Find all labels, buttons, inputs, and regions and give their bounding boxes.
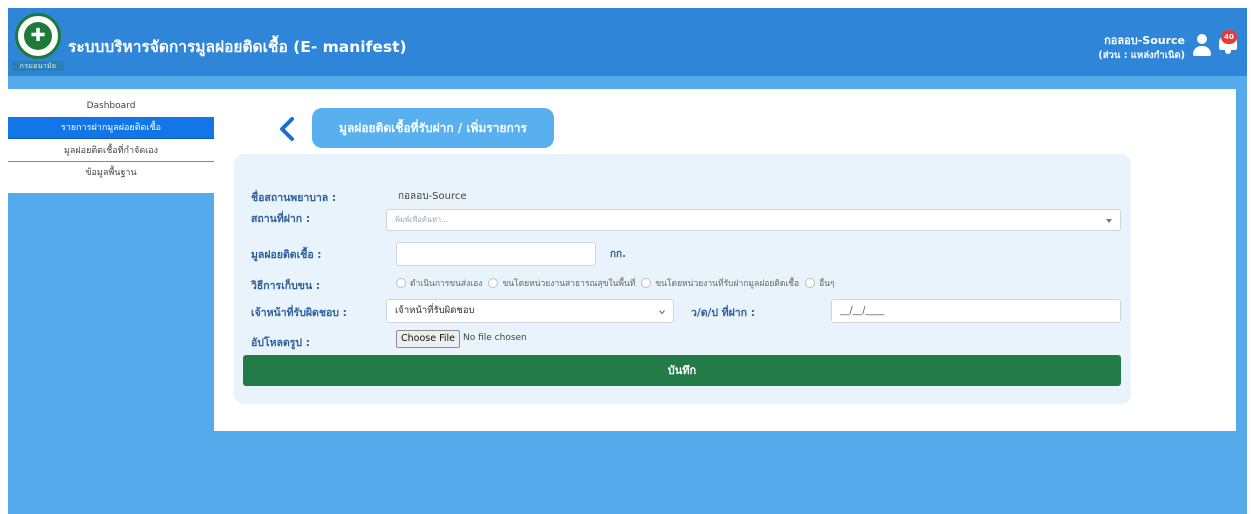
- choose-file-button[interactable]: Choose File: [396, 330, 460, 348]
- user-icon-head: [1197, 34, 1207, 44]
- user-icon[interactable]: [1193, 34, 1211, 58]
- radio-circle: [805, 278, 816, 288]
- deposit-place-label: สถานที่ฝาก :: [251, 213, 311, 225]
- save-button[interactable]: บันทึก: [243, 355, 1121, 386]
- deposit-form: ชื่อสถานพยาบาล : กอลอบ-Source สถานที่ฝาก…: [234, 154, 1131, 404]
- collection-option-receiver[interactable]: ขนโดยหน่วยงานที่รับฝากมูลฝอยติดเชื้อ: [641, 276, 799, 290]
- back-button[interactable]: [274, 114, 300, 144]
- deposit-place-select[interactable]: พิมพ์เพื่อค้นหา...: [386, 209, 1121, 231]
- page-title: มูลฝอยติดเชื้อที่รับฝาก / เพิ่มรายการ: [312, 108, 554, 148]
- user-name[interactable]: กอลอบ-Source: [1104, 31, 1185, 49]
- collection-option-local-health[interactable]: ขนโดยหน่วยงานสาธารณสุขในพื้นที่: [488, 276, 635, 290]
- collection-label: วิธีการเก็บขน :: [251, 280, 321, 292]
- waste-label: มูลฝอยติดเชื้อ :: [251, 249, 322, 261]
- radio-label: ดำเนินการขนส่งเอง: [410, 279, 483, 289]
- chevron-left-icon: [280, 117, 294, 141]
- officer-select[interactable]: เจ้าหน้าที่รับผิดชอบ: [386, 299, 674, 323]
- radio-circle: [641, 278, 652, 288]
- department-logo: ✚ กรมอนามัย: [12, 13, 64, 71]
- chevron-down-icon: [659, 310, 665, 315]
- top-header: ✚ กรมอนามัย ระบบบริหารจัดการมูลฝอยติดเชื…: [8, 8, 1247, 76]
- bell-icon[interactable]: 40: [1217, 30, 1239, 56]
- main-panel: มูลฝอยติดเชื้อที่รับฝาก / เพิ่มรายการ ชื…: [214, 89, 1236, 431]
- hospital-value: กอลอบ-Source: [398, 191, 467, 202]
- deposit-date-value: __/__/____: [840, 305, 885, 316]
- bell-clapper: [1225, 50, 1231, 54]
- deposit-date-input[interactable]: __/__/____: [831, 299, 1121, 323]
- collection-option-other[interactable]: อื่นๆ: [805, 276, 835, 290]
- deposit-place-placeholder: พิมพ์เพื่อค้นหา...: [395, 215, 449, 224]
- radio-label: ขนโดยหน่วยงานที่รับฝากมูลฝอยติดเชื้อ: [655, 279, 800, 289]
- logo-seal: ✚: [15, 13, 61, 59]
- logo-emblem-icon: ✚: [24, 22, 52, 50]
- sidebar-item-basic-data[interactable]: ข้อมูลพื้นฐาน: [8, 162, 214, 184]
- sidebar-item-deposit-list[interactable]: รายการฝากมูลฝอยติดเชื้อ: [8, 117, 214, 139]
- notification-badge: 40: [1221, 30, 1237, 44]
- sidebar: Dashboard รายการฝากมูลฝอยติดเชื้อ มูลฝอย…: [8, 89, 214, 193]
- waste-unit: กก.: [610, 249, 626, 260]
- radio-label: ขนโดยหน่วยงานสาธารณสุขในพื้นที่: [502, 279, 636, 289]
- app-title: ระบบบริหารจัดการมูลฝอยติดเชื้อ (E- manif…: [68, 38, 407, 56]
- sidebar-item-self-disposal[interactable]: มูลฝอยติดเชื้อที่กำจัดเอง: [8, 140, 214, 162]
- logo-caption: กรมอนามัย: [12, 61, 64, 71]
- sidebar-item-dashboard[interactable]: Dashboard: [8, 95, 214, 117]
- user-icon-body: [1193, 46, 1211, 56]
- radio-circle: [396, 278, 406, 288]
- user-role: (ส่วน : แหล่งกำเนิด): [1098, 50, 1185, 61]
- officer-selected-value: เจ้าหน้าที่รับผิดชอบ: [395, 305, 475, 316]
- app-root: ✚ กรมอนามัย ระบบบริหารจัดการมูลฝอยติดเชื…: [8, 8, 1247, 514]
- upload-label: อัปโหลดรูป :: [251, 337, 310, 349]
- file-status: No file chosen: [463, 333, 527, 343]
- waste-weight-input[interactable]: [396, 242, 596, 266]
- radio-label: อื่นๆ: [819, 279, 835, 289]
- chevron-down-icon: [1106, 219, 1112, 223]
- date-label: ว/ด/ป ที่ฝาก :: [691, 307, 755, 319]
- hospital-label: ชื่อสถานพยาบาล :: [251, 192, 337, 204]
- officer-label: เจ้าหน้าที่รับผิดชอบ :: [251, 307, 347, 319]
- collection-method-group: ดำเนินการขนส่งเอง ขนโดยหน่วยงานสาธารณสุข…: [396, 276, 841, 290]
- radio-circle: [488, 278, 499, 288]
- collection-option-self[interactable]: ดำเนินการขนส่งเอง: [396, 276, 482, 290]
